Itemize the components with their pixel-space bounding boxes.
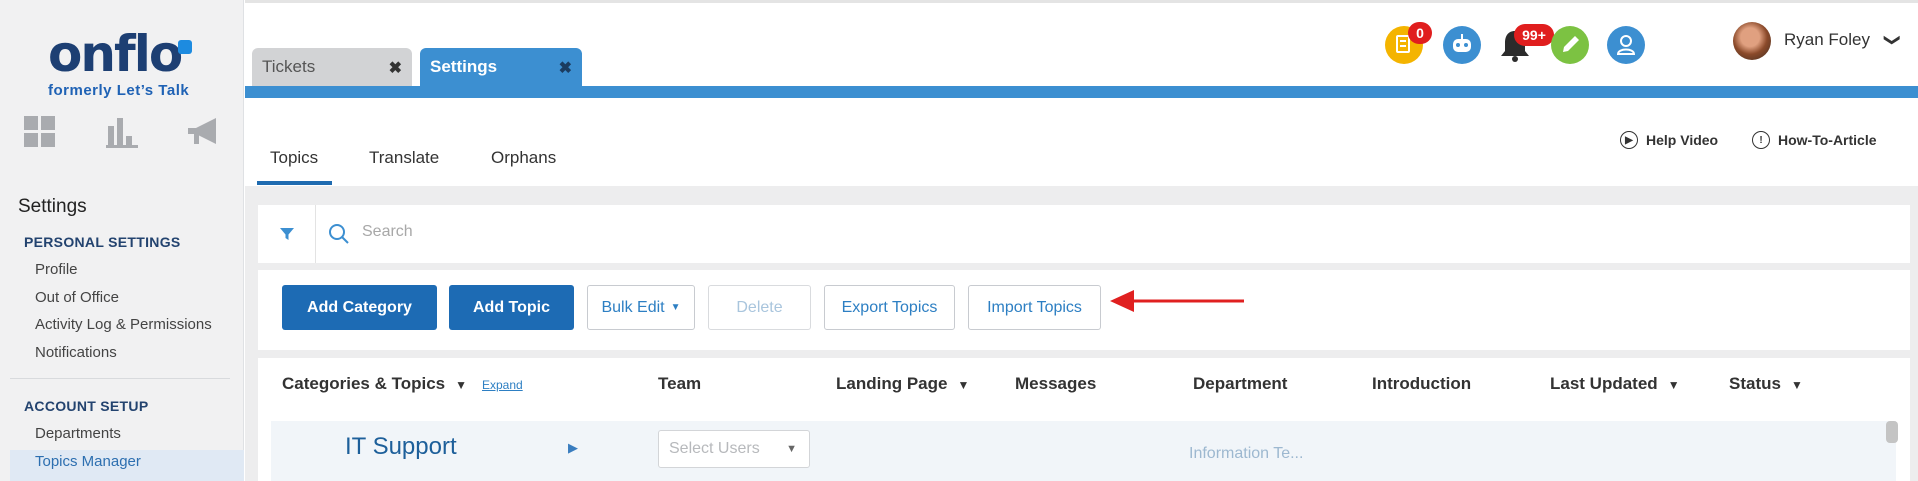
subtab-orphans[interactable]: Orphans xyxy=(491,148,556,168)
notifications-badge: 99+ xyxy=(1514,24,1554,46)
column-landing-page[interactable]: Landing Page ▼ xyxy=(836,374,969,394)
how-to-article-label: How-To-Article xyxy=(1778,132,1877,148)
department-cell: Information Te... xyxy=(1189,445,1304,462)
filter-icon xyxy=(279,228,294,240)
tab-strip xyxy=(245,86,1918,98)
caret-down-icon: ▼ xyxy=(1667,378,1680,392)
sidebar-divider xyxy=(10,378,230,379)
filter-button[interactable] xyxy=(258,205,316,263)
add-topic-button[interactable]: Add Topic xyxy=(449,285,574,330)
how-to-article-link[interactable]: ! How-To-Article xyxy=(1752,131,1877,149)
annotation-arrow-icon xyxy=(1108,286,1248,321)
add-category-button[interactable]: Add Category xyxy=(282,285,437,330)
search-input[interactable]: Search xyxy=(362,223,413,241)
column-label: Landing Page xyxy=(836,374,948,393)
agent-status-icon[interactable] xyxy=(1607,26,1645,64)
tab-label: Tickets xyxy=(262,57,316,76)
column-messages: Messages xyxy=(1015,374,1097,393)
help-video-link[interactable]: ▶ Help Video xyxy=(1620,131,1718,149)
table-row[interactable] xyxy=(271,421,1896,481)
pencil-icon[interactable] xyxy=(1551,26,1589,64)
column-team: Team xyxy=(658,374,702,393)
brand-logo[interactable]: onflo xyxy=(48,24,183,84)
sidebar-title: Settings xyxy=(18,196,87,217)
sidebar-item-out-of-office[interactable]: Out of Office xyxy=(35,289,119,306)
tasks-badge: 0 xyxy=(1408,22,1432,44)
dashboard-icon[interactable] xyxy=(24,116,56,153)
column-categories-topics[interactable]: Categories & Topics ▼ xyxy=(282,374,467,394)
column-introduction: Introduction xyxy=(1372,374,1472,393)
caret-right-icon[interactable]: ▶ xyxy=(568,440,578,456)
sidebar: onflo formerly Let’s Talk Settings PERSO… xyxy=(0,0,244,481)
info-icon: ! xyxy=(1752,131,1770,149)
column-label: Last Updated xyxy=(1550,374,1658,393)
caret-down-icon: ▼ xyxy=(455,378,468,392)
tab-label: Settings xyxy=(430,57,498,76)
column-label: Status xyxy=(1729,374,1781,393)
sidebar-item-departments[interactable]: Departments xyxy=(35,425,121,442)
search-icon xyxy=(328,223,350,250)
scrollbar[interactable] xyxy=(1886,421,1898,443)
caret-down-icon: ▼ xyxy=(670,302,681,313)
megaphone-icon[interactable] xyxy=(186,116,220,153)
sidebar-item-topics-manager[interactable]: Topics Manager xyxy=(35,453,141,470)
logo-mark xyxy=(178,40,192,54)
subtab-topics[interactable]: Topics xyxy=(270,148,318,168)
select-users-placeholder: Select Users xyxy=(669,440,760,457)
brand-tagline: formerly Let’s Talk xyxy=(48,82,190,99)
delete-button[interactable]: Delete xyxy=(708,285,811,330)
caret-down-icon: ▼ xyxy=(1790,378,1803,392)
play-icon: ▶ xyxy=(1620,131,1638,149)
caret-down-icon: ▼ xyxy=(786,443,797,455)
tab-settings[interactable]: Settings ✖ xyxy=(420,48,582,86)
active-subtab-indicator xyxy=(257,181,332,185)
category-title[interactable]: IT Support xyxy=(345,433,457,461)
expand-link[interactable]: Expand xyxy=(482,378,523,392)
sidebar-item-notifications[interactable]: Notifications xyxy=(35,344,117,361)
bulk-edit-button[interactable]: Bulk Edit ▼ xyxy=(587,285,695,330)
column-last-updated[interactable]: Last Updated ▼ xyxy=(1550,374,1680,394)
select-users-dropdown[interactable]: Select Users ▼ xyxy=(658,430,810,468)
caret-down-icon: ▼ xyxy=(957,378,970,392)
sidebar-item-activity-log[interactable]: Activity Log & Permissions xyxy=(35,316,212,333)
column-status[interactable]: Status ▼ xyxy=(1729,374,1803,394)
export-topics-button[interactable]: Export Topics xyxy=(824,285,955,330)
bulk-edit-label: Bulk Edit xyxy=(601,298,665,316)
avatar[interactable] xyxy=(1733,22,1771,60)
close-icon[interactable]: ✖ xyxy=(389,58,402,78)
close-icon[interactable]: ✖ xyxy=(559,58,572,78)
help-video-label: Help Video xyxy=(1646,132,1719,148)
section-account-setup: ACCOUNT SETUP xyxy=(24,398,149,414)
user-name[interactable]: Ryan Foley xyxy=(1784,30,1870,50)
subtab-translate[interactable]: Translate xyxy=(369,148,439,168)
sidebar-item-profile[interactable]: Profile xyxy=(35,261,78,278)
bar-chart-icon[interactable] xyxy=(106,116,138,153)
import-topics-button[interactable]: Import Topics xyxy=(968,285,1101,330)
column-department: Department xyxy=(1193,374,1288,393)
column-label: Categories & Topics xyxy=(282,374,446,393)
section-personal-settings: PERSONAL SETTINGS xyxy=(24,234,181,250)
search-bar: Search xyxy=(258,205,1910,263)
tab-tickets[interactable]: Tickets ✖ xyxy=(252,48,412,86)
chevron-down-icon[interactable]: ❯ xyxy=(1883,33,1903,46)
bot-icon[interactable] xyxy=(1443,26,1481,64)
